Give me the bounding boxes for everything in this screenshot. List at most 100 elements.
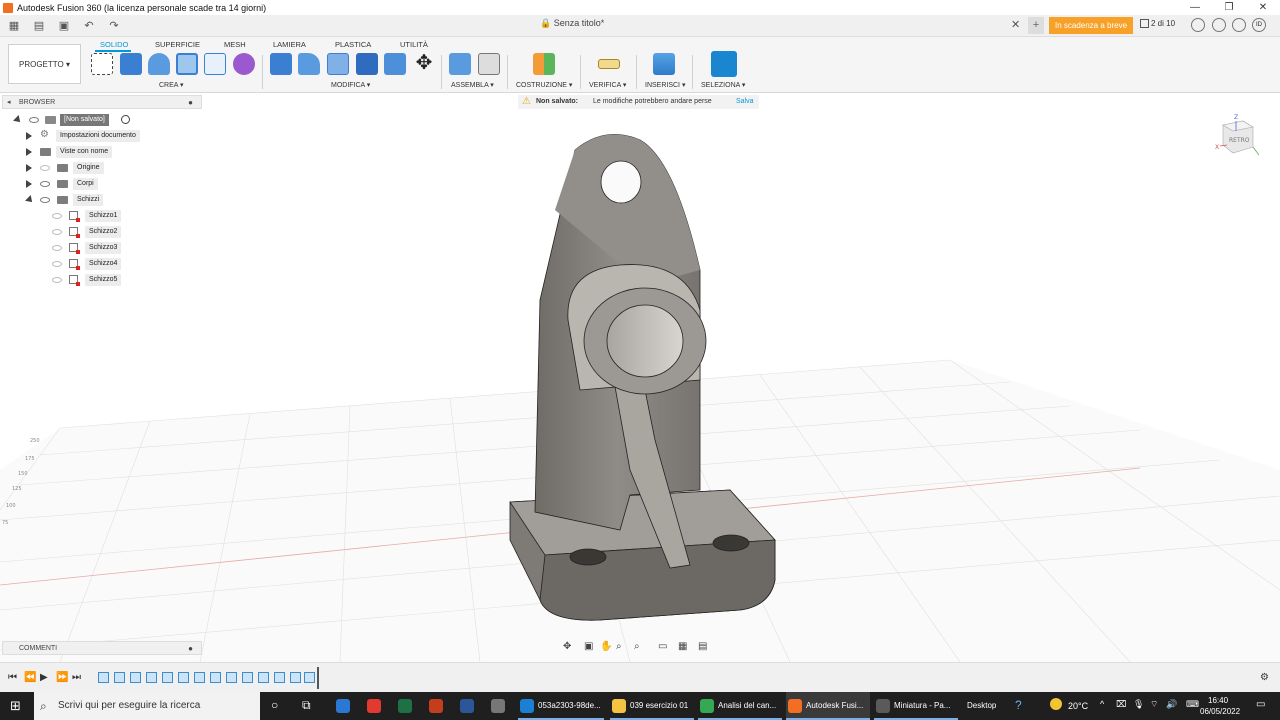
redo-icon[interactable]: ↷ (103, 17, 125, 35)
pin-icon[interactable]: ● (188, 642, 193, 655)
file-explorer-icon[interactable] (491, 699, 505, 713)
browser-item-viste[interactable]: Viste con nome (26, 146, 146, 158)
notifications-icon[interactable] (1212, 18, 1226, 32)
microphone-icon[interactable]: 🎙 (1133, 699, 1144, 710)
expand-arrow-icon[interactable] (26, 148, 32, 156)
timeline-play-icon[interactable]: ▶ (40, 672, 48, 683)
root-component-label[interactable]: [Non salvato] (60, 114, 109, 126)
excel-icon[interactable] (398, 699, 412, 713)
expand-arrow-icon[interactable] (26, 180, 32, 188)
viewcube[interactable]: RETRO Z X (1215, 113, 1259, 161)
online-status-icon[interactable] (1191, 18, 1205, 32)
powerpoint-icon[interactable] (429, 699, 443, 713)
close-window-button[interactable]: ✕ (1246, 2, 1280, 13)
help-icon[interactable] (1232, 18, 1246, 32)
visibility-icon[interactable] (29, 117, 39, 123)
shell-icon[interactable] (327, 53, 349, 75)
split-body-icon[interactable] (384, 53, 406, 75)
collapse-icon[interactable]: ◂ (7, 96, 11, 109)
expand-arrow-icon[interactable] (26, 164, 32, 172)
extrude-icon[interactable] (120, 53, 142, 75)
wifi-icon[interactable]: ⌔ (1150, 699, 1158, 710)
browser-item-schizzi[interactable]: Schizzi (25, 194, 146, 206)
restore-button[interactable]: ❐ (1212, 2, 1246, 13)
file-menu-icon[interactable]: ▤ (28, 17, 50, 35)
tray-chevron-icon[interactable]: ^ (1100, 699, 1104, 709)
tab-mesh[interactable]: MESH (224, 40, 246, 49)
hole-icon[interactable] (176, 53, 198, 75)
move-icon[interactable]: ✥ (413, 53, 435, 75)
help-tray-icon[interactable]: ? (1015, 698, 1022, 712)
measure-icon[interactable] (598, 59, 620, 69)
timeline-feature[interactable] (194, 672, 205, 683)
group-verifica[interactable]: VERIFICA ▾ (589, 81, 626, 89)
taskbar-app-edge[interactable]: 053a2303-98de... (518, 692, 604, 720)
project-button[interactable]: PROGETTO ▾ (8, 44, 81, 84)
taskbar-app-chrome[interactable]: Analisi del can... (698, 692, 782, 720)
mail-icon[interactable] (336, 699, 350, 713)
group-crea[interactable]: CREA ▾ (159, 81, 184, 89)
tab-lamiera[interactable]: LAMIERA (273, 40, 306, 49)
group-assembla[interactable]: ASSEMBLA ▾ (451, 81, 494, 89)
timeline-feature[interactable] (210, 672, 221, 683)
insert-image-icon[interactable] (653, 53, 675, 75)
timeline-first-icon[interactable]: ⏮ (8, 672, 17, 683)
combine-icon[interactable] (356, 53, 378, 75)
expand-arrow-icon[interactable] (25, 195, 35, 205)
document-tab[interactable]: 🔒 Senza titolo* (540, 18, 604, 29)
create-form-icon[interactable] (233, 53, 255, 75)
volume-icon[interactable]: 🔊 (1166, 699, 1177, 710)
taskbar-app-fusion[interactable]: Autodesk Fusi... (786, 692, 870, 720)
cortana-icon[interactable]: ○ (271, 698, 278, 712)
grid-settings-icon[interactable]: ▦ (678, 641, 687, 652)
zoom-icon[interactable]: ⌕ (616, 641, 622, 652)
3d-viewport[interactable]: 250 175 150 125 100 75 (0, 110, 1280, 662)
timeline-feature[interactable] (98, 672, 109, 683)
press-pull-icon[interactable] (270, 53, 292, 75)
browser-panel-header[interactable]: BROWSER ◂ ● (2, 95, 202, 109)
visibility-icon[interactable] (52, 213, 62, 219)
notification-center-icon[interactable]: ▭ (1256, 699, 1265, 710)
weather-icon[interactable] (1050, 698, 1062, 710)
sketch-row[interactable]: Schizzo2 (52, 226, 132, 238)
save-icon[interactable]: ▣ (53, 17, 75, 35)
timeline-feature[interactable] (162, 672, 173, 683)
expand-arrow-icon[interactable] (26, 132, 32, 140)
orbit-icon[interactable]: ✥ (563, 641, 571, 652)
close-tab-icon[interactable]: ✕ (1011, 18, 1020, 31)
create-sketch-icon[interactable] (91, 53, 113, 75)
browser-item-corpi[interactable]: Corpi (26, 178, 146, 190)
word-icon[interactable] (460, 699, 474, 713)
timeline-feature[interactable] (114, 672, 125, 683)
task-view-icon[interactable]: ⧉ (302, 698, 311, 713)
new-component-icon[interactable] (449, 53, 471, 75)
comments-panel-header[interactable]: COMMENTI ● (2, 641, 202, 655)
start-icon[interactable]: ⊞ (10, 698, 21, 714)
office-app-icon[interactable] (367, 699, 381, 713)
pattern-icon[interactable] (204, 53, 226, 75)
tab-solido[interactable]: SOLIDO (100, 40, 128, 49)
timeline-marker[interactable] (317, 667, 319, 689)
desktop-toolbar[interactable]: Desktop (967, 701, 996, 710)
timeline-feature[interactable] (130, 672, 141, 683)
timeline-feature[interactable] (242, 672, 253, 683)
expand-arrow-icon[interactable] (13, 115, 23, 125)
visibility-icon[interactable] (52, 245, 62, 251)
visibility-icon[interactable] (40, 181, 50, 187)
revolve-icon[interactable] (148, 53, 170, 75)
timeline-feature[interactable] (146, 672, 157, 683)
sketch-row[interactable]: Schizzo4 (52, 258, 132, 270)
visibility-icon[interactable] (40, 165, 50, 171)
tab-utilita[interactable]: UTILITÀ (400, 40, 428, 49)
new-tab-button[interactable]: + (1028, 17, 1044, 34)
timeline-settings-icon[interactable]: ⚙ (1260, 672, 1269, 683)
clock-date[interactable]: 06/05/2022 (1200, 707, 1240, 716)
timeline-next-icon[interactable]: ⏩ (56, 672, 68, 683)
pan-icon[interactable]: ✋ (600, 641, 612, 652)
visibility-icon[interactable] (52, 229, 62, 235)
taskbar-search-box[interactable]: ⌕ Scrivi qui per eseguire la ricerca (34, 692, 260, 720)
timeline-feature[interactable] (178, 672, 189, 683)
timeline-feature[interactable] (304, 672, 315, 683)
job-status[interactable]: 2 di 10 (1140, 19, 1175, 29)
grid-menu-icon[interactable]: ▦ (3, 17, 25, 35)
